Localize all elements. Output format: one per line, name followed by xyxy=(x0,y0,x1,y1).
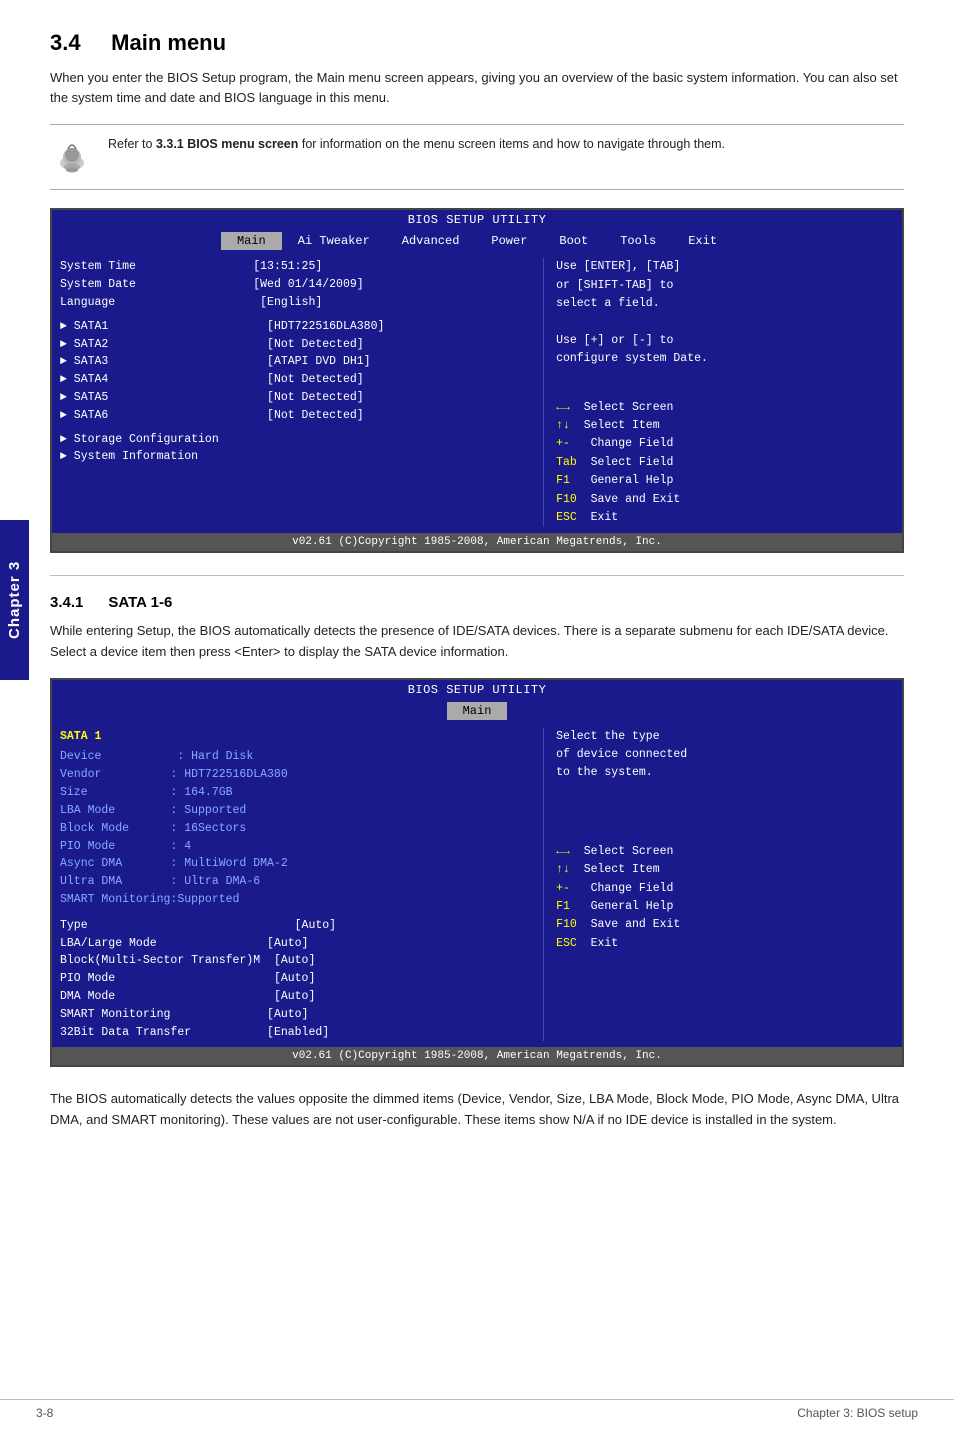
section-number: 3.4 xyxy=(50,30,81,55)
subsection-heading: 3.4.1 SATA 1-6 xyxy=(50,594,904,611)
note-text: Refer to 3.3.1 BIOS menu screen for info… xyxy=(108,137,725,151)
subsection-title: SATA 1-6 xyxy=(108,594,172,611)
bios-sata-menubar: Main xyxy=(52,700,902,722)
page-footer: 3-8 Chapter 3: BIOS setup xyxy=(0,1399,954,1420)
bios-sata-ultradma: Ultra DMA : Ultra DMA-6 xyxy=(60,873,533,891)
bios-sata-piomode: PIO Mode : 4 xyxy=(60,838,533,856)
bios-menubar-title: BIOS SETUP UTILITY xyxy=(52,210,902,230)
bios-sata-nav-help: ←→ Select Screen ↑↓ Select Item +- Chang… xyxy=(556,843,894,953)
section-body: When you enter the BIOS Setup program, t… xyxy=(50,68,904,108)
bios-item-sata2: ► SATA2 [Not Detected] xyxy=(60,336,533,354)
bios-sata-screen: BIOS SETUP UTILITY Main SATA 1 Device : … xyxy=(50,678,904,1068)
bios-sata-device: Device : Hard Disk xyxy=(60,748,533,766)
bios-sata-dma: DMA Mode [Auto] xyxy=(60,988,533,1006)
bios-menubar-row: Main Ai Tweaker Advanced Power Boot Tool… xyxy=(52,230,902,252)
bios-sata-content: SATA 1 Device : Hard Disk Vendor : HDT72… xyxy=(52,722,902,1048)
bios-sata-label: SATA 1 xyxy=(60,728,533,746)
note-content: Refer to 3.3.1 BIOS menu screen for info… xyxy=(108,135,725,154)
bios-sata-32bit: 32Bit Data Transfer [Enabled] xyxy=(60,1024,533,1042)
section-divider xyxy=(50,575,904,576)
bios-item-sata4: ► SATA4 [Not Detected] xyxy=(60,371,533,389)
note-icon xyxy=(50,135,94,179)
bios-menu-boot[interactable]: Boot xyxy=(543,232,604,250)
bios-item-sysinfo: ► System Information xyxy=(60,448,533,466)
bios-sata-size: Size : 164.7GB xyxy=(60,784,533,802)
subsection-number: 3.4.1 xyxy=(50,594,83,611)
bios-item-systemtime: System Time [13:51:25] xyxy=(60,258,533,276)
footer-page-number: 3-8 xyxy=(36,1406,53,1420)
subsection-body1: While entering Setup, the BIOS automatic… xyxy=(50,621,904,661)
bios-menu-advanced[interactable]: Advanced xyxy=(386,232,476,250)
bios-sata-blocktransfer: Block(Multi-Sector Transfer)M [Auto] xyxy=(60,952,533,970)
bios-sata-menu-main[interactable]: Main xyxy=(447,702,508,720)
bios-main-screen: BIOS SETUP UTILITY Main Ai Tweaker Advan… xyxy=(50,208,904,553)
bios-main-footer: v02.61 (C)Copyright 1985-2008, American … xyxy=(52,533,902,551)
bios-sata-blockmode: Block Mode : 16Sectors xyxy=(60,820,533,838)
bios-main-right: Use [ENTER], [TAB] or [SHIFT-TAB] to sel… xyxy=(543,258,894,527)
bios-sata-lbamode: LBA Mode : Supported xyxy=(60,802,533,820)
bios-sata-left: SATA 1 Device : Hard Disk Vendor : HDT72… xyxy=(60,728,543,1042)
section-heading: 3.4 Main menu xyxy=(50,30,904,56)
bios-menu-main[interactable]: Main xyxy=(221,232,282,250)
bios-item-sata1: ► SATA1 [HDT722516DLA380] xyxy=(60,318,533,336)
bios-sata-footer: v02.61 (C)Copyright 1985-2008, American … xyxy=(52,1047,902,1065)
bios-menu-tools[interactable]: Tools xyxy=(604,232,672,250)
bios-item-sata5: ► SATA5 [Not Detected] xyxy=(60,389,533,407)
bios-sata-title: BIOS SETUP UTILITY xyxy=(52,680,902,700)
bios-menu-power[interactable]: Power xyxy=(475,232,543,250)
section-body2: The BIOS automatically detects the value… xyxy=(50,1089,904,1129)
bios-help-text: Use [ENTER], [TAB] or [SHIFT-TAB] to sel… xyxy=(556,258,894,368)
chapter-tab: Chapter 3 xyxy=(0,520,29,680)
bios-item-sata6: ► SATA6 [Not Detected] xyxy=(60,407,533,425)
bios-sata-smartmon: SMART Monitoring [Auto] xyxy=(60,1006,533,1024)
section-title: Main menu xyxy=(111,30,226,55)
bios-item-language: Language [English] xyxy=(60,294,533,312)
bios-sata-smart: SMART Monitoring:Supported xyxy=(60,891,533,909)
bios-main-left: System Time [13:51:25] System Date [Wed … xyxy=(60,258,543,527)
bios-sata-type: Type [Auto] xyxy=(60,917,533,935)
bios-main-content: System Time [13:51:25] System Date [Wed … xyxy=(52,252,902,533)
bios-item-systemdate: System Date [Wed 01/14/2009] xyxy=(60,276,533,294)
bios-sata-pio: PIO Mode [Auto] xyxy=(60,970,533,988)
bios-nav-help: ←→ Select Screen ↑↓ Select Item +- Chang… xyxy=(556,399,894,528)
bios-menu-aitweaker[interactable]: Ai Tweaker xyxy=(282,232,386,250)
bios-sata-help-text: Select the type of device connected to t… xyxy=(556,728,894,783)
note-box: Refer to 3.3.1 BIOS menu screen for info… xyxy=(50,124,904,190)
bios-menu-exit[interactable]: Exit xyxy=(672,232,733,250)
bios-item-sata3: ► SATA3 [ATAPI DVD DH1] xyxy=(60,353,533,371)
footer-chapter-label: Chapter 3: BIOS setup xyxy=(797,1406,918,1420)
bios-item-storageconfig: ► Storage Configuration xyxy=(60,431,533,449)
bios-sata-right: Select the type of device connected to t… xyxy=(543,728,894,1042)
bios-sata-asyncdma: Async DMA : MultiWord DMA-2 xyxy=(60,855,533,873)
bios-sata-lbalarge: LBA/Large Mode [Auto] xyxy=(60,935,533,953)
bios-sata-vendor: Vendor : HDT722516DLA380 xyxy=(60,766,533,784)
